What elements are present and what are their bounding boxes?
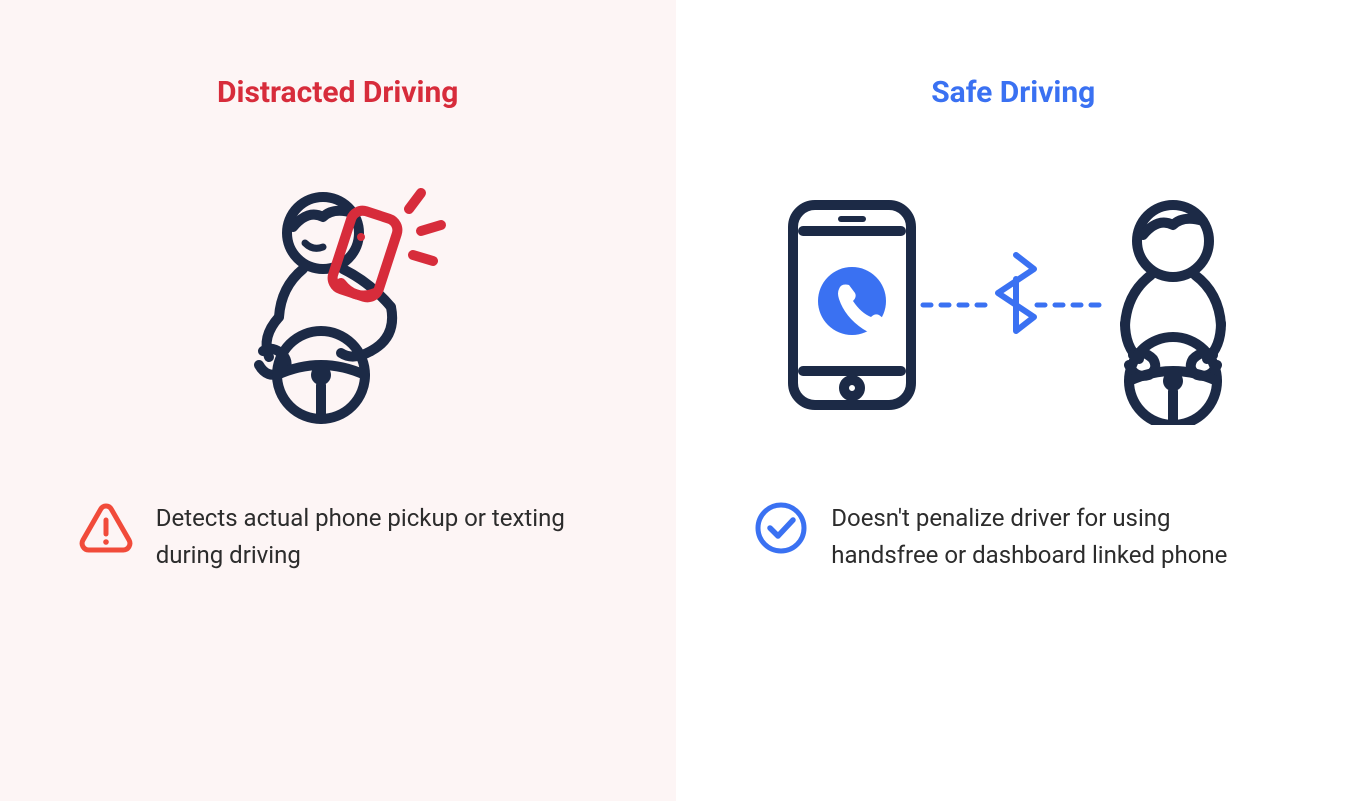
safe-driving-title: Safe Driving [746,75,1282,110]
safe-desc-row: Doesn't penalize driver for using handsf… [753,500,1273,574]
distracted-driving-panel: Distracted Driving [0,0,676,801]
safe-desc-text: Doesn't penalize driver for using handsf… [831,500,1273,574]
distracted-driving-illustration [70,170,606,430]
handsfree-icon [773,175,1253,425]
distracted-desc-text: Detects actual phone pickup or texting d… [156,500,598,574]
distracted-driving-title: Distracted Driving [70,75,606,110]
warning-icon [78,500,134,556]
safe-driving-illustration [746,170,1282,430]
distracted-desc-row: Detects actual phone pickup or texting d… [78,500,598,574]
checkmark-circle-icon [753,500,809,556]
safe-driving-panel: Safe Driving [676,0,1351,801]
driver-phone-icon [213,175,463,425]
